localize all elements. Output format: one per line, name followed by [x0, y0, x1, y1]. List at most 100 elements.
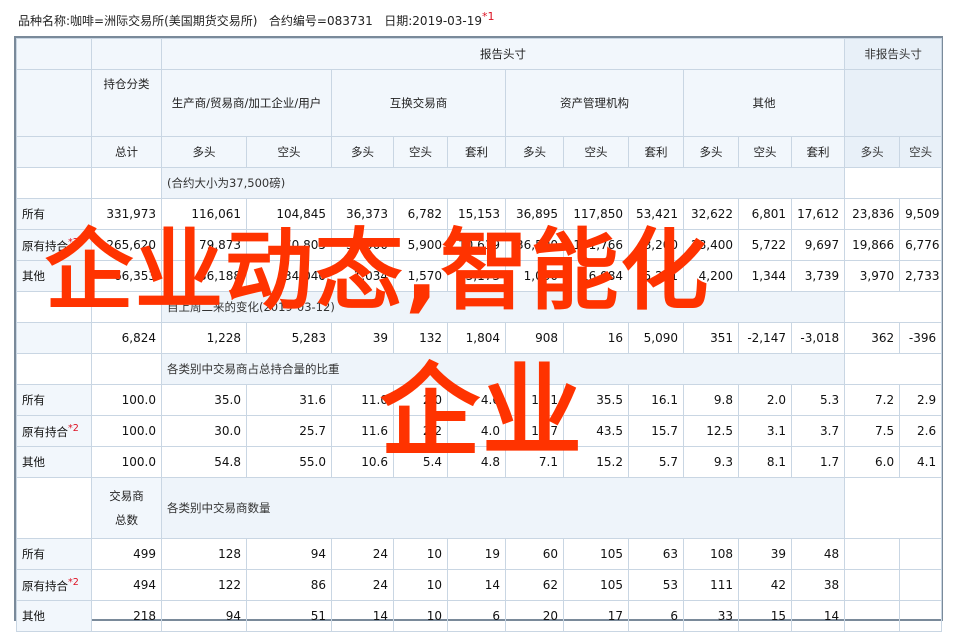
value-cell: 5.3 [790, 384, 846, 416]
old-marker: *2 [68, 422, 79, 434]
value-cell: 10,619 [447, 229, 506, 261]
swap-spread: 套利 [447, 136, 506, 168]
producer-header: 生产商/贸易商/加工企业/用户 [161, 69, 332, 137]
value-cell: 1,000 [505, 260, 564, 292]
positions-section: 所有 331,973 116,061 104,845 36,373 6,782 15,153… [16, 198, 943, 292]
value-cell: 48,200 [628, 229, 684, 261]
value-cell: 38 [790, 569, 846, 601]
value-cell: 2.0 [738, 384, 792, 416]
changes-note: 自上周二来的变化(2019-03-12) [160, 291, 846, 323]
value-cell: 3,970 [844, 260, 901, 292]
nonrep-short: 空头 [899, 136, 943, 168]
value-cell: 2,733 [899, 260, 943, 292]
code-label: 合约编号= [268, 14, 327, 28]
value-cell: 4.6 [447, 384, 506, 416]
value-cell: -396 [899, 322, 943, 354]
value-cell: 132 [393, 322, 448, 354]
managed-spread: 套利 [628, 136, 684, 168]
value-cell: 108 [683, 538, 739, 570]
ratio-note: 各类别中交易商占总持合量的比重 [160, 353, 846, 385]
value-cell: 6,782 [393, 198, 448, 230]
value-cell: 4.0 [447, 415, 506, 447]
value-cell: 35.0 [161, 384, 247, 416]
value-cell: 4.1 [899, 446, 943, 478]
value-cell: 116,061 [161, 198, 247, 230]
value-cell: 55.0 [246, 446, 332, 478]
value-cell: 16,084 [563, 260, 629, 292]
cot-report-table: 报告头寸 非报告头寸 持仓分类 生产商/贸易商/加工企业/用户 互换交易商 资产… [16, 38, 943, 632]
value-cell: -3,018 [790, 322, 846, 354]
value-cell: 2.9 [899, 384, 943, 416]
value-cell: 105 [563, 538, 629, 570]
report-header: 品种名称:咖啡=洲际交易所(美国期货交易所) 合约编号=083731 日期:20… [18, 10, 495, 29]
nonreportable-header: 非报告头寸 [844, 38, 943, 70]
total-header: 总计 [91, 136, 162, 168]
value-cell: 2.0 [393, 384, 448, 416]
value-cell: 1,804 [447, 322, 506, 354]
value-cell: 15.2 [563, 446, 629, 478]
value-cell: 4,200 [683, 260, 739, 292]
empty-cell [844, 538, 901, 570]
value-cell: 33 [683, 600, 739, 632]
value-cell: 36,373 [331, 198, 394, 230]
value-cell: 5,722 [738, 229, 792, 261]
value-cell: -2,147 [738, 322, 792, 354]
market-label: 品种名称: [18, 14, 71, 28]
value-cell: 60 [505, 538, 564, 570]
value-cell: 16.1 [628, 384, 684, 416]
row-label: 所有 [16, 538, 92, 570]
value-cell: 6 [628, 600, 684, 632]
value-cell: 15 [738, 600, 792, 632]
value-cell: 331,973 [91, 198, 162, 230]
value-cell: 105 [563, 569, 629, 601]
value-cell: 104,845 [246, 198, 332, 230]
swap-long: 多头 [331, 136, 394, 168]
value-cell: 25.7 [246, 415, 332, 447]
value-cell: 42 [738, 569, 792, 601]
contract-size-note: (合约大小为37,500磅) [160, 167, 846, 199]
code-value: 083731 [326, 14, 373, 28]
value-cell: 15.7 [628, 415, 684, 447]
value-cell: 23,836 [844, 198, 901, 230]
swap-header: 互换交易商 [331, 69, 506, 137]
table-row: 原有持合*2 494 122 86 24 10 14 62 105 53 111 42 38 [16, 569, 943, 601]
value-cell: 14 [447, 569, 506, 601]
value-cell: 35,000 [331, 229, 394, 261]
value-cell: 1.7 [790, 446, 846, 478]
trader-count-section: 所有 499 128 94 24 10 19 60 105 63 108 39 48 原有持合*2 494 1… [16, 538, 943, 632]
value-cell: 5.7 [628, 446, 684, 478]
value-cell: 14 [331, 600, 394, 632]
value-cell: 9.8 [683, 384, 739, 416]
date-value: 2019-03-19 [412, 14, 483, 28]
value-cell: 10 [393, 569, 448, 601]
value-cell: 70,805 [246, 229, 332, 261]
value-cell: 351 [683, 322, 739, 354]
note-marker: *1 [482, 10, 495, 23]
table-row: 6,824 1,228 5,283 39 132 1,804 908 16 5,090 351 -2… [16, 322, 943, 354]
value-cell: 2.6 [899, 415, 943, 447]
empty-cell [844, 569, 901, 601]
table-row: 所有 499 128 94 24 10 19 60 105 63 108 39 48 [16, 538, 943, 570]
table-row: 其他 66,353 36,188 34,040 1,034 1,570 3,173 1,000… [16, 260, 943, 292]
value-cell: 5,221 [628, 260, 684, 292]
value-cell: 54.8 [161, 446, 247, 478]
value-cell: 3.7 [790, 415, 846, 447]
empty-cell [899, 569, 943, 601]
value-cell: 17 [563, 600, 629, 632]
value-cell: 9,509 [899, 198, 943, 230]
value-cell: 5,900 [393, 229, 448, 261]
row-label: 原有持合*2 [16, 415, 92, 447]
row-label: 其他 [16, 446, 92, 478]
value-cell: 6,824 [91, 322, 162, 354]
value-cell: 100.0 [91, 415, 162, 447]
ratio-section: 所有 100.0 35.0 31.6 11.0 2.0 4.6 11.1 35.5 16.1 9.8… [16, 384, 943, 478]
value-cell: 94 [246, 538, 332, 570]
value-cell: 28,400 [683, 229, 739, 261]
value-cell: 11.0 [331, 384, 394, 416]
value-cell: 1,034 [331, 260, 394, 292]
value-cell: 12.5 [683, 415, 739, 447]
value-cell: 19,866 [844, 229, 901, 261]
empty-cell [899, 600, 943, 632]
value-cell: 35.5 [563, 384, 629, 416]
row-label: 原有持合*2 [16, 569, 92, 601]
